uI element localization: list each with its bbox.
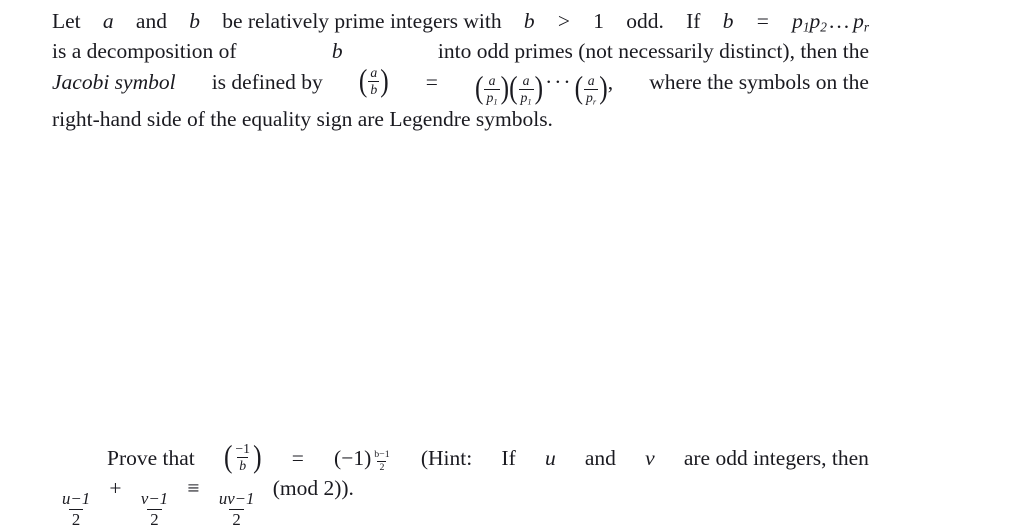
text-hint-open: (Hint: <box>420 445 473 470</box>
denominator-two: 2 <box>147 508 162 529</box>
text-is-a-decomposition-of: is a decomposition of <box>52 39 237 63</box>
product-ellipsis: ··· <box>545 69 573 94</box>
text-are-odd-integers-then: are odd integers, then <box>683 445 869 470</box>
denominator-b: b <box>237 456 249 473</box>
jacobi-definition-paragraph: Let a and b be relatively prime integers… <box>52 6 869 134</box>
text-into-odd-primes: into odd primes (not necessarily distinc… <box>437 39 869 63</box>
text-and: and <box>135 9 167 33</box>
text-if: If <box>501 445 516 470</box>
left-paren: ( <box>475 70 484 106</box>
denominator-p-subscript: r <box>592 95 597 106</box>
minus-one-power-expression: (−1) b−1 2 <box>334 443 392 474</box>
numerator-uv-minus-one: uv−1 <box>218 488 255 508</box>
right-paren: ) <box>599 70 608 106</box>
left-paren: ( <box>358 62 368 98</box>
exponent-numerator: b−1 <box>374 449 390 461</box>
definition-line-1: Let a and b be relatively prime integers… <box>52 6 869 36</box>
numerator-a: a <box>488 72 496 88</box>
text-prove-that: Prove that <box>107 445 195 470</box>
fraction-uv-minus-one-over-two: uv−1 2 <box>216 490 258 528</box>
definition-line-2: is a decomposition of b into odd primes … <box>52 36 869 66</box>
text-if: If <box>686 9 701 33</box>
fraction-a-b: a b <box>368 65 380 97</box>
text-and: and <box>584 445 616 470</box>
variable-v: v <box>645 445 655 470</box>
term-jacobi-symbol: Jacobi symbol <box>52 69 176 94</box>
prime-p1-subscript: 1 <box>802 19 810 35</box>
numerator-v-minus-one: v−1 <box>140 488 169 508</box>
text-where-the-symbols: where the symbols on the <box>649 69 869 94</box>
ellipsis: ... <box>828 9 852 33</box>
denominator-two: 2 <box>229 508 244 529</box>
denominator-p1: p1 <box>518 88 534 105</box>
comma-after-product: , <box>607 69 614 94</box>
text-is-defined-by: is defined by <box>211 69 323 94</box>
legendre-symbol-a-over-pr: (a pr) <box>574 70 608 106</box>
number-one: 1 <box>593 9 604 33</box>
legendre-symbol-a-over-p1-first: (a p1) <box>475 70 510 106</box>
prime-p2-subscript: 2 <box>820 19 827 35</box>
text-be-relatively-prime: be relatively prime integers with <box>222 9 502 33</box>
plus-operator: + <box>109 476 122 501</box>
exponent-b-minus-one-over-two: b−1 2 <box>372 450 391 473</box>
variable-a: a <box>102 9 114 33</box>
numerator-a: a <box>522 72 530 88</box>
definition-line-3: Jacobi symbol is defined by ( a b ) = (a… <box>52 62 869 106</box>
exponent-denominator: 2 <box>377 461 387 474</box>
variable-b: b <box>189 9 200 33</box>
fraction-v-minus-one-over-two: v−1 2 <box>138 490 171 528</box>
legendre-symbol-minus-one-over-b: ( −1 b ) <box>223 438 262 474</box>
denominator-p1: p1 <box>484 88 500 105</box>
numerator-a: a <box>587 72 595 88</box>
prime-pr: p <box>853 9 864 33</box>
text-let: Let <box>52 9 81 33</box>
legendre-symbol-a-over-p1-second: (a p1) <box>509 70 544 106</box>
text-odd: odd. <box>626 9 664 33</box>
variable-u: u <box>544 445 556 470</box>
prime-factorization: p1p2...pr <box>792 6 869 36</box>
congruence-operator: ≡ <box>187 476 200 501</box>
document-page: Let a and b be relatively prime integers… <box>0 0 1024 528</box>
equals-operator-jacobi: = <box>425 69 438 94</box>
jacobi-symbol-a-over-b: ( a b ) <box>358 62 389 98</box>
numerator-minus-one: −1 <box>235 441 251 456</box>
fraction-u-minus-one-over-two: u−1 2 <box>59 490 93 528</box>
variable-b-factorization: b <box>722 9 734 33</box>
equals-operator: = <box>756 9 769 33</box>
exercise-line-2: u−1 2 + v−1 2 ≡ uv−1 2 (mod 2)). <box>57 473 869 528</box>
denominator-pr: pr <box>584 88 599 106</box>
right-paren: ) <box>534 70 544 106</box>
fraction-a-p1: a p1 <box>484 72 500 105</box>
definition-line-4: right-hand side of the equality sign are… <box>52 107 553 132</box>
greater-than-operator: > <box>557 9 570 33</box>
denominator-two: 2 <box>68 508 84 529</box>
variable-b-condition: b <box>523 9 535 33</box>
numerator-u-minus-one: u−1 <box>62 488 91 508</box>
equals-operator-exercise: = <box>291 445 304 470</box>
legendre-symbol-product: (a p1)(a p1) ···(a pr), <box>475 67 614 106</box>
fraction-minus-one-b: −1 b <box>233 442 252 473</box>
denominator-b: b <box>368 80 380 97</box>
left-paren: ( <box>223 438 233 474</box>
exercise-paragraph: Prove that ( −1 b ) = (−1) b−1 2 (Hint: If… <box>57 438 869 528</box>
prime-pr-subscript: r <box>863 19 869 35</box>
left-paren: ( <box>574 70 584 106</box>
variable-b-decomposition: b <box>331 39 343 63</box>
numerator-a: a <box>370 65 378 80</box>
prime-p1: p <box>792 9 803 33</box>
modulus-notation: (mod 2)). <box>272 476 354 501</box>
minus-one-base: (−1) <box>334 445 372 470</box>
right-paren: ) <box>380 62 389 98</box>
exercise-line-1: Prove that ( −1 b ) = (−1) b−1 2 (Hint: If… <box>57 438 869 474</box>
denominator-p-base: p <box>586 89 593 105</box>
prime-p2: p <box>809 9 821 33</box>
fraction-a-p1-second: a p1 <box>518 72 534 105</box>
right-paren: ) <box>500 70 510 106</box>
right-paren: ) <box>253 438 262 474</box>
fraction-a-pr: a pr <box>584 72 599 106</box>
left-paren: ( <box>509 70 518 106</box>
